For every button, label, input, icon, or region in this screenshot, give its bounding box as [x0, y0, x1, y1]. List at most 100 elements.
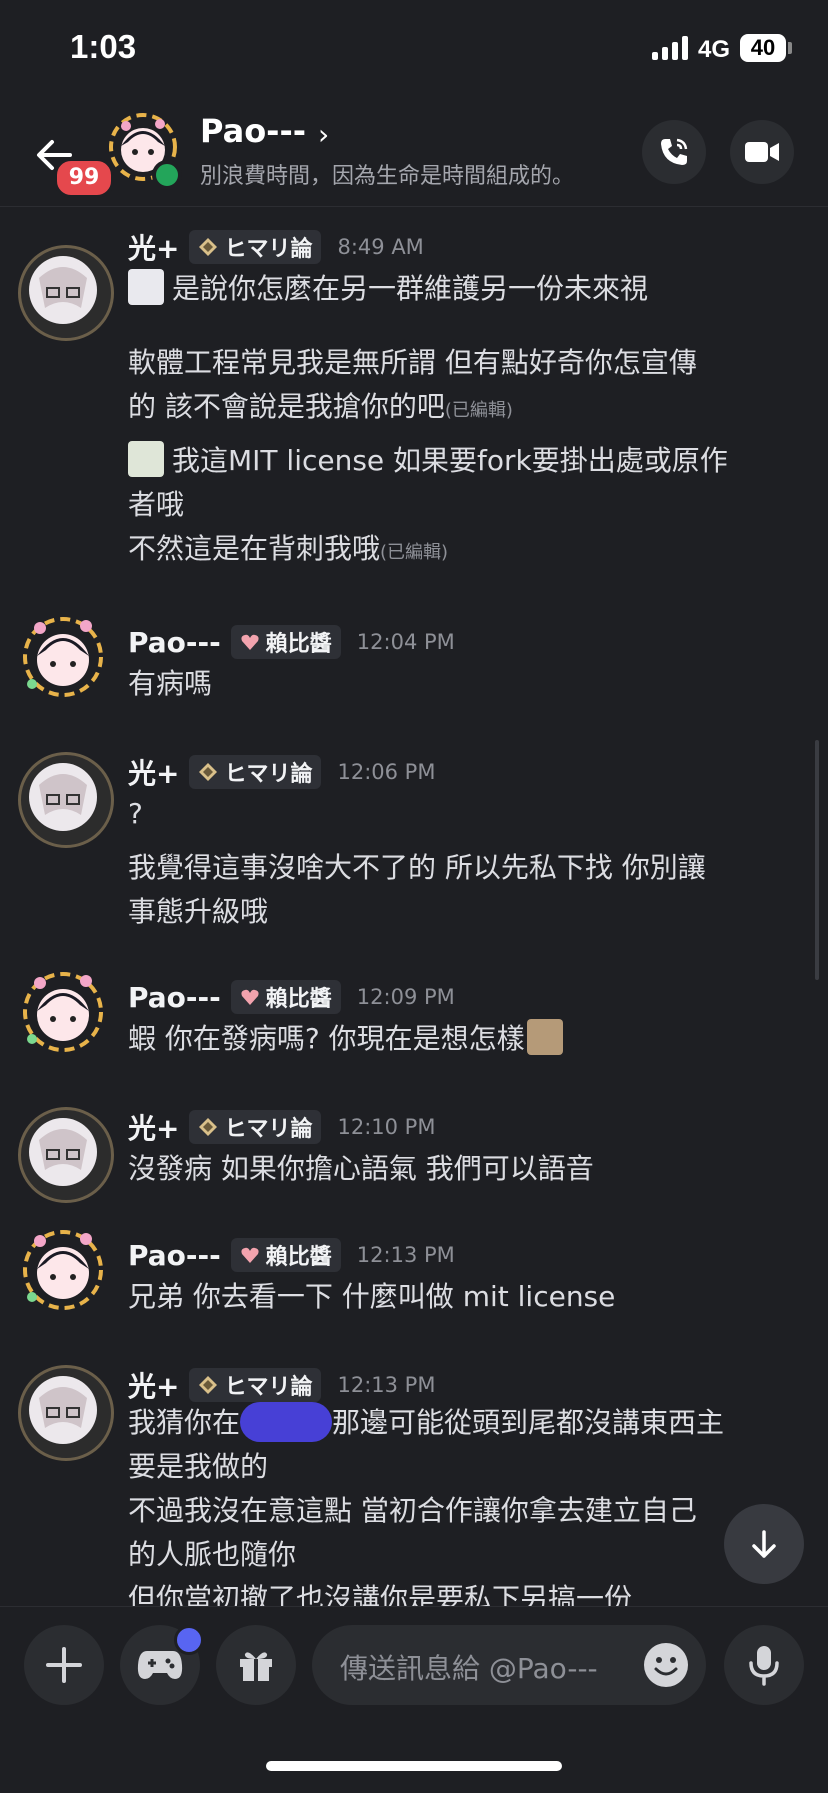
username[interactable]: 光+ — [128, 1107, 179, 1147]
voice-call-button[interactable] — [642, 120, 706, 184]
message-line: 我猜你在 那邊可能從頭到尾都沒講東西主 — [128, 1401, 724, 1445]
username[interactable]: 光+ — [128, 1365, 179, 1405]
gift-button[interactable] — [216, 1625, 296, 1705]
timestamp: 12:10 PM — [337, 1115, 436, 1139]
emoji-button[interactable] — [644, 1643, 688, 1687]
message-line: 軟體工程常見我是無所謂 但有點好奇你怎宣傳 — [128, 346, 697, 379]
message-line: 是說你怎麼在另一群維護另一份未來視 — [128, 267, 648, 311]
username[interactable]: Pao--- — [128, 981, 221, 1014]
signal-icon — [652, 36, 690, 60]
message-line: 有病嗎 — [128, 667, 213, 700]
role-name: ヒマリ論 — [224, 1117, 313, 1142]
mic-icon — [749, 1646, 779, 1686]
sticker-emoji — [128, 441, 164, 477]
scrollbar-thumb[interactable] — [815, 740, 819, 980]
edited-label: (已編輯) — [380, 542, 449, 563]
role-tag[interactable]: ヒマリ論 — [189, 1368, 322, 1402]
network-label: 4G — [698, 36, 731, 63]
role-name: ヒマリ論 — [224, 762, 313, 787]
timestamp: 12:09 PM — [356, 985, 455, 1009]
channel-name[interactable]: Pao--- — [200, 112, 306, 150]
message-header: Pao--- 賴比醬 12:09 PM — [128, 977, 455, 1017]
message-line: 的人脈也隨你 — [128, 1538, 297, 1571]
message-line: 要是我做的 — [128, 1450, 269, 1483]
message-line: ? — [128, 797, 143, 830]
role-name: 賴比醬 — [265, 632, 332, 657]
timestamp: 12:13 PM — [356, 1243, 455, 1267]
cat-emoji — [526, 1019, 563, 1055]
video-icon — [745, 142, 779, 162]
message-line: 我這MIT license 如果要fork要掛出處或原作 — [128, 439, 728, 483]
message-list[interactable]: 光+ ヒマリ論 8:49 AM 是說你怎麼在另一群維護另一份未來視 軟體工程常見… — [0, 207, 828, 1607]
role-name: ヒマリ論 — [224, 237, 313, 262]
voice-message-button[interactable] — [724, 1625, 804, 1705]
chat-header: 99 Pao--- › 別浪費時間，因為生命是時間組成的。 — [0, 100, 828, 207]
plus-icon — [46, 1647, 82, 1683]
message-composer: 傳送訊息給 @Pao--- — [0, 1606, 828, 1793]
role-diamond-icon — [199, 1118, 218, 1136]
timestamp: 12:13 PM — [337, 1373, 436, 1397]
username[interactable]: 光+ — [128, 227, 179, 267]
message-header: 光+ ヒマリ論 8:49 AM — [128, 227, 424, 267]
message-line: 蝦 你在發病嗎? 你現在是想怎樣 — [128, 1017, 571, 1061]
clock: 1:03 — [70, 28, 137, 65]
message-line: 者哦 — [128, 488, 185, 521]
role-diamond-icon — [199, 1376, 218, 1394]
timestamp: 12:04 PM — [356, 630, 455, 654]
video-call-button[interactable] — [730, 120, 794, 184]
message-header: 光+ ヒマリ論 12:13 PM — [128, 1365, 435, 1405]
message-line: 的 該不會說是我搶你的吧(已編輯) — [128, 390, 513, 423]
role-tag[interactable]: 賴比醬 — [230, 625, 341, 659]
username[interactable]: Pao--- — [128, 1239, 221, 1272]
emoji-icon — [654, 1657, 678, 1676]
avatar[interactable] — [18, 752, 114, 848]
timestamp: 8:49 AM — [337, 235, 424, 259]
message-line: 不過我沒在意這點 當初合作讓你拿去建立自己 — [128, 1494, 697, 1527]
role-tag[interactable]: ヒマリ論 — [189, 755, 322, 789]
edited-label: (已編輯) — [444, 400, 513, 421]
message-header: 光+ ヒマリ論 12:10 PM — [128, 1107, 435, 1147]
home-indicator — [266, 1761, 562, 1771]
gamepad-icon — [137, 1651, 183, 1679]
avatar[interactable] — [18, 612, 108, 702]
phone-icon — [661, 138, 688, 165]
jump-to-bottom-button[interactable] — [724, 1504, 804, 1584]
message-line: 事態升級哦 — [128, 895, 269, 928]
unread-badge: 99 — [54, 158, 114, 198]
message-header: Pao--- 賴比醬 12:13 PM — [128, 1235, 455, 1275]
message-header: 光+ ヒマリ論 12:06 PM — [128, 752, 435, 792]
message-line: 不然這是在背刺我哦(已編輯) — [128, 532, 449, 565]
username[interactable]: Pao--- — [128, 626, 221, 659]
role-diamond-icon — [199, 763, 218, 781]
role-tag[interactable]: 賴比醬 — [230, 980, 341, 1014]
timestamp: 12:06 PM — [337, 760, 436, 784]
heart-icon — [241, 634, 259, 650]
attach-button[interactable] — [24, 1625, 104, 1705]
chevron-right-icon[interactable]: › — [318, 118, 329, 151]
role-name: 賴比醬 — [265, 987, 332, 1012]
role-tag[interactable]: ヒマリ論 — [189, 1110, 322, 1144]
heart-icon — [241, 1247, 259, 1263]
avatar[interactable] — [18, 245, 114, 341]
role-name: ヒマリ論 — [224, 1375, 313, 1400]
message-input-placeholder: 傳送訊息給 @Pao--- — [340, 1652, 598, 1685]
avatar[interactable] — [18, 1225, 108, 1315]
battery-icon: 40 — [740, 34, 786, 62]
gift-icon — [240, 1652, 272, 1681]
role-tag[interactable]: ヒマリ論 — [189, 230, 322, 264]
role-name: 賴比醬 — [265, 1245, 332, 1270]
battery-tip — [788, 42, 792, 54]
message-input[interactable]: 傳送訊息給 @Pao--- — [312, 1625, 706, 1705]
message-line: 我覺得這事沒啥大不了的 所以先私下找 你別讓 — [128, 851, 706, 884]
sticker-emoji — [128, 269, 164, 305]
message-line: 兄弟 你去看一下 什麼叫做 mit license — [128, 1280, 616, 1313]
avatar[interactable] — [18, 967, 108, 1057]
heart-icon — [241, 989, 259, 1005]
username[interactable]: 光+ — [128, 752, 179, 792]
role-tag[interactable]: 賴比醬 — [230, 1238, 341, 1272]
user-status-text: 別浪費時間，因為生命是時間組成的。 — [200, 164, 575, 189]
status-bar: 1:03 4G 40 — [0, 0, 828, 100]
avatar[interactable] — [18, 1107, 114, 1203]
avatar[interactable] — [18, 1365, 114, 1461]
message-line: 沒發病 如果你擔心語氣 我們可以語音 — [128, 1152, 594, 1185]
